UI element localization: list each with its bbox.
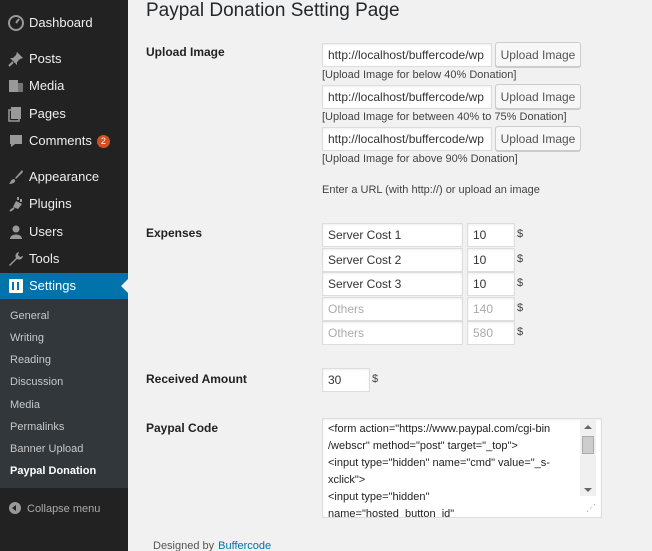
sidebar-item-label: Appearance <box>29 169 100 184</box>
submenu-item-media[interactable]: Media <box>10 399 40 411</box>
expense-amount-input-5[interactable]: 580 <box>467 321 515 345</box>
upload-image-label: Upload Image <box>146 45 225 59</box>
upload-url-input-1[interactable]: http://localhost/buffercode/wp <box>322 43 492 67</box>
comment-count-badge: 2 <box>96 135 110 148</box>
sidebar-item-pages[interactable]: Pages <box>0 101 128 127</box>
app-root: Dashboard Posts Media Pages Comments 2 A… <box>0 0 652 551</box>
expenses-label: Expenses <box>146 226 203 240</box>
upload-caption-2: [Upload Image for between 40% to 75% Don… <box>322 111 567 123</box>
currency-symbol: $ <box>517 277 524 289</box>
code-line: <input type="hidden" name="cmd" value="_… <box>328 457 550 469</box>
code-line: <form action="https://www.paypal.com/cgi… <box>328 423 551 435</box>
submenu-item-general[interactable]: General <box>10 310 49 322</box>
code-line: /webscr" method="post" target="_top"> <box>328 440 518 452</box>
upload-caption-1: [Upload Image for below 40% Donation] <box>322 69 517 81</box>
footer-credit: Designed by Buffercode <box>153 540 271 551</box>
sidebar-item-label: Users <box>29 224 63 239</box>
sidebar-item-label: Posts <box>29 51 62 66</box>
paypal-code-label: Paypal Code <box>146 421 219 435</box>
submenu-item-discussion[interactable]: Discussion <box>10 376 63 388</box>
currency-symbol: $ <box>517 326 524 338</box>
collapse-arrow-icon <box>9 502 21 514</box>
expense-amount-input-2[interactable]: 10 <box>467 248 515 272</box>
expense-amount-input-1[interactable]: 10 <box>467 223 515 247</box>
sidebar-item-label: Pages <box>29 106 66 121</box>
expense-name-input-3[interactable]: Server Cost 3 <box>322 272 463 296</box>
submenu-item-banner-upload[interactable]: Banner Upload <box>10 443 83 455</box>
sidebar-item-plugins[interactable]: Plugins <box>0 191 128 217</box>
received-amount-input[interactable]: 30 <box>322 368 370 392</box>
sidebar-item-label: Comments <box>29 133 92 148</box>
paintbrush-icon <box>8 169 24 185</box>
code-line: xclick"> <box>328 474 366 486</box>
upload-caption-3: [Upload Image for above 90% Donation] <box>322 153 518 165</box>
active-indicator-arrow <box>121 279 128 293</box>
collapse-menu-label: Collapse menu <box>27 503 101 515</box>
dashboard-icon <box>8 15 24 31</box>
currency-symbol: $ <box>372 373 379 385</box>
admin-sidebar: Dashboard Posts Media Pages Comments 2 A… <box>0 0 128 551</box>
media-icon <box>8 78 24 94</box>
textarea-scrollbar[interactable] <box>580 419 596 496</box>
sidebar-item-appearance[interactable]: Appearance <box>0 164 128 190</box>
code-line: <input type="hidden" <box>328 491 430 503</box>
sidebar-item-label: Settings <box>29 278 76 293</box>
upload-image-button-3[interactable]: Upload Image <box>495 126 581 151</box>
settings-icon <box>8 278 24 294</box>
submenu-item-writing[interactable]: Writing <box>10 332 44 344</box>
sidebar-item-users[interactable]: Users <box>0 219 128 245</box>
wrench-icon <box>8 251 24 267</box>
paypal-code-textarea[interactable]: <form action="https://www.paypal.com/cgi… <box>322 418 602 518</box>
submenu-item-reading[interactable]: Reading <box>10 354 51 366</box>
submenu-item-permalinks[interactable]: Permalinks <box>10 421 64 433</box>
upload-help-text: Enter a URL (with http://) or upload an … <box>322 184 540 196</box>
scroll-down-arrow-icon[interactable] <box>584 488 592 492</box>
sidebar-item-settings[interactable]: Settings <box>0 273 128 299</box>
footer-link[interactable]: Buffercode <box>218 540 271 551</box>
received-amount-label: Received Amount <box>146 372 247 386</box>
expense-name-input-1[interactable]: Server Cost 1 <box>322 223 463 247</box>
upload-url-input-3[interactable]: http://localhost/buffercode/wp <box>322 127 492 151</box>
sidebar-item-label-wrap: Comments 2 <box>29 133 110 148</box>
expense-amount-input-3[interactable]: 10 <box>467 272 515 296</box>
sidebar-item-comments[interactable]: Comments 2 <box>0 128 128 154</box>
upload-image-button-1[interactable]: Upload Image <box>495 42 581 67</box>
expense-amount-input-4[interactable]: 140 <box>467 297 515 321</box>
submenu-item-paypal-donation[interactable]: Paypal Donation <box>10 465 96 477</box>
sidebar-item-label: Media <box>29 78 65 93</box>
code-line: name="hosted_button_id" <box>328 508 455 518</box>
sidebar-item-label: Tools <box>29 251 60 266</box>
currency-symbol: $ <box>517 302 524 314</box>
sidebar-item-media[interactable]: Media <box>0 73 128 99</box>
sidebar-item-posts[interactable]: Posts <box>0 46 128 72</box>
scrollbar-thumb[interactable] <box>582 436 594 454</box>
pin-icon <box>8 51 24 67</box>
plugin-icon <box>8 196 24 212</box>
sidebar-item-dashboard[interactable]: Dashboard <box>0 10 128 36</box>
expense-name-input-4[interactable]: Others <box>322 297 463 321</box>
sidebar-item-tools[interactable]: Tools <box>0 246 128 272</box>
settings-submenu: General Writing Reading Discussion Media… <box>0 299 128 488</box>
footer-text: Designed by <box>153 540 215 551</box>
upload-url-input-2[interactable]: http://localhost/buffercode/wp <box>322 85 492 109</box>
expense-name-input-5[interactable]: Others <box>322 321 463 345</box>
collapse-menu-button[interactable]: Collapse menu <box>0 500 128 520</box>
currency-symbol: $ <box>517 228 524 240</box>
pages-icon <box>8 106 24 122</box>
resize-grip-icon[interactable]: ⋰ <box>586 503 598 515</box>
sidebar-item-label: Dashboard <box>29 15 93 30</box>
comment-icon <box>8 133 24 149</box>
expense-name-input-2[interactable]: Server Cost 2 <box>322 248 463 272</box>
user-icon <box>8 224 24 240</box>
currency-symbol: $ <box>517 253 524 265</box>
upload-image-button-2[interactable]: Upload Image <box>495 84 581 109</box>
page-title: Paypal Donation Setting Page <box>146 0 400 21</box>
scroll-up-arrow-icon[interactable] <box>584 425 592 429</box>
sidebar-item-label: Plugins <box>29 196 72 211</box>
